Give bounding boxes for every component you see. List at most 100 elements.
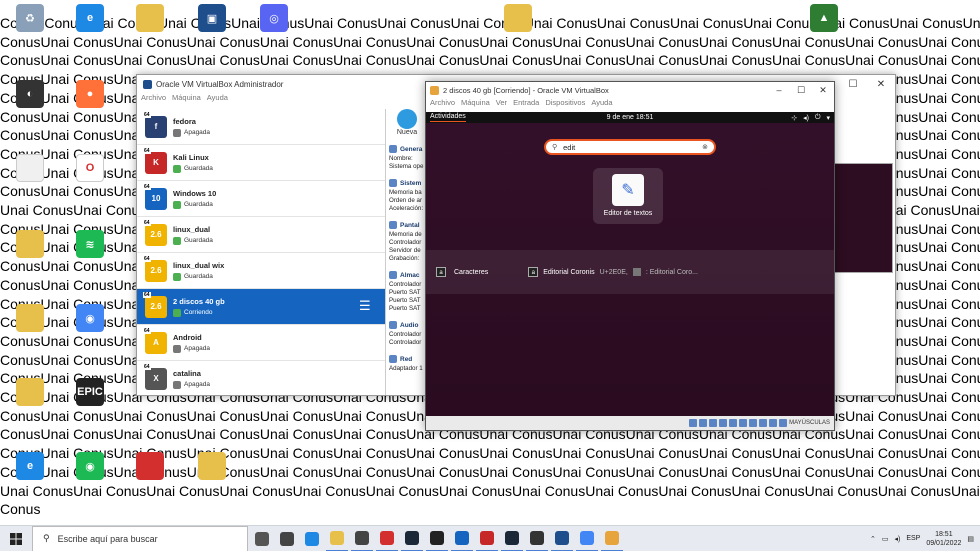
taskbar-app[interactable] [526,526,548,551]
shared-folder-icon[interactable] [739,419,748,427]
vm-list-item[interactable]: 10 64 Windows 10 Guardada [137,181,385,217]
window-title: Oracle VM VirtualBox Administrador [156,79,284,89]
vm-list-item[interactable]: 2.6 64 linux_dual wix Guardada [137,253,385,289]
taskbar-app[interactable] [601,526,623,551]
menu-archivo[interactable]: Archivo [141,93,166,107]
clock[interactable]: 9 de ene 18:51 [426,114,834,121]
taskbar-clock[interactable]: 18:51 09/01/2022 [926,530,961,548]
desktop-shortcut[interactable]: ● [58,80,122,108]
vm-list-item[interactable]: A 64 Android Apagada [137,325,385,361]
desktop-shortcut[interactable]: EPIC [58,378,122,406]
network-icon[interactable]: ▭ [882,535,889,543]
desktop-shortcut[interactable]: O [58,154,122,182]
desktop-shortcut[interactable]: ▲ [792,4,856,32]
vm-list-item[interactable]: 2.6 64 linux_dual Guardada [137,217,385,253]
taskbar-app[interactable] [276,526,298,551]
vm-window[interactable]: 2 discos 40 gb [Corriendo] - Oracle VM V… [425,81,835,431]
menu-item[interactable]: Archivo [430,98,455,112]
taskbar-app[interactable] [451,526,473,551]
taskbar-app[interactable] [351,526,373,551]
menu-item[interactable]: Ayuda [591,98,612,112]
search-icon: ⚲ [43,533,50,543]
desktop-shortcut[interactable]: ◎ [242,4,306,32]
taskbar-app[interactable] [376,526,398,551]
os-icon: 2.6 64 [143,255,167,282]
optical-icon[interactable] [699,419,708,427]
activities-button[interactable]: Actividades [430,113,466,122]
desktop-shortcut[interactable] [118,4,182,32]
desktop-shortcut[interactable]: ♻ [0,4,62,32]
vm-list-item[interactable]: K 64 Kali Linux Guardada [137,145,385,181]
arch-badge: 64 [143,363,151,370]
taskbar-search-input[interactable]: ⚲ Escribe aquí para buscar [32,525,248,551]
tools-panel[interactable]: Nueva [387,109,427,136]
desktop-shortcut[interactable] [0,154,62,182]
vm-list-item[interactable]: f 64 fedora Apagada [137,109,385,145]
vm-list: f 64 fedora Apagada K 64 Kali Linux Guardada 10 6… [137,109,386,395]
taskbar-app[interactable] [426,526,448,551]
language-indicator[interactable]: ESP [906,535,920,542]
maximize-icon[interactable]: ☐ [790,85,812,96]
menu-maquina[interactable]: Máquina [172,93,201,107]
usb-icon[interactable] [729,419,738,427]
desktop-shortcut[interactable] [0,378,62,406]
storage-icon[interactable] [689,419,698,427]
desktop-shortcut[interactable] [180,452,244,480]
taskbar-app[interactable] [326,526,348,551]
desktop-shortcut[interactable]: ◉ [58,452,122,480]
system-tray[interactable]: ⊹ ◂) ⏻ ▾ [791,114,830,122]
result-name-2: : Editorial Coro... [645,268,698,276]
audio-icon[interactable] [709,419,718,427]
recording-icon[interactable] [759,419,768,427]
display-icon[interactable] [749,419,758,427]
details-menu-icon[interactable]: ☰ [359,299,375,313]
desktop-shortcut[interactable]: ▣ [180,4,244,32]
menu-item[interactable]: Entrada [513,98,539,112]
menu-ayuda[interactable]: Ayuda [207,93,228,107]
taskbar-app[interactable] [251,526,273,551]
desktop-shortcut[interactable]: ≋ [58,230,122,258]
desktop-shortcut[interactable]: ◉ [58,304,122,332]
taskbar-app[interactable] [401,526,423,551]
notifications-icon[interactable]: ▤ [967,535,974,543]
new-vm-button[interactable]: Nueva [387,129,427,136]
start-button[interactable] [0,526,32,551]
close-icon[interactable]: ✕ [867,79,895,90]
desktop-shortcut[interactable] [0,230,62,258]
character-result[interactable]: a Editorial Coronis U+2E0E, : Editorial … [528,267,698,277]
taskbar-app[interactable] [576,526,598,551]
volume-icon[interactable]: ◂) [894,535,900,543]
volume-icon: ◂) [803,114,809,122]
mouse-icon[interactable] [779,419,788,427]
menu-item[interactable]: Ver [496,98,507,112]
search-input[interactable]: ⚲ edit ⊗ [544,139,716,155]
taskbar-app[interactable] [551,526,573,551]
app-result-text-editor[interactable]: ✎ Editor de textos [593,168,663,224]
app-icon: ▲ [810,4,838,32]
file-explorer-icon [330,530,344,545]
chevron-up-icon[interactable]: ⌃ [870,535,876,543]
cpu-icon[interactable] [769,419,778,427]
desktop-shortcut[interactable] [0,304,62,332]
taskbar-app[interactable] [501,526,523,551]
recycle-bin-icon: ♻ [16,4,44,32]
taskbar-app[interactable] [476,526,498,551]
menu-item[interactable]: Dispositivos [545,98,585,112]
maximize-icon[interactable]: ☐ [839,79,867,90]
desktop-shortcut[interactable] [118,452,182,480]
desktop-shortcut[interactable]: e [0,452,62,480]
menu-item[interactable]: Máquina [461,98,490,112]
network-icon[interactable] [719,419,728,427]
taskbar-app[interactable] [301,526,323,551]
minimize-icon[interactable]: – [768,85,790,96]
desktop-shortcut[interactable]: ◐ [0,80,62,108]
clear-icon[interactable]: ⊗ [702,143,708,151]
close-icon[interactable]: ✕ [812,85,834,96]
guest-screen[interactable]: Actividades 9 de ene 18:51 ⊹ ◂) ⏻ ▾ ⚲ ed… [426,112,834,418]
app-icon [530,530,544,545]
desktop-shortcut[interactable]: e [58,4,122,32]
desktop-shortcut[interactable] [486,4,550,32]
vm-list-item[interactable]: X 64 catalina Apagada [137,361,385,395]
vm-list-item[interactable]: 2.6 64 2 discos 40 gb Corriendo ☰ [137,289,385,325]
search-provider-characters[interactable]: a Caracteres a Editorial Coronis U+2E0E,… [426,250,834,294]
